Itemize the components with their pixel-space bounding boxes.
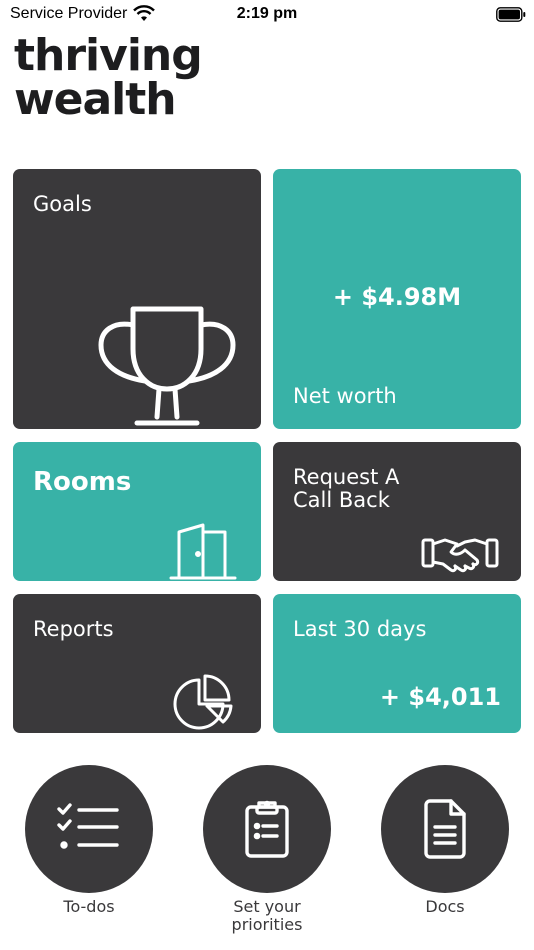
docs-label: Docs — [425, 897, 465, 916]
reports-tile[interactable]: Reports — [13, 594, 261, 733]
rooms-label: Rooms — [33, 467, 132, 497]
logo-line-2: wealth — [14, 74, 177, 125]
goals-label: Goals — [33, 192, 92, 216]
trophy-icon — [98, 306, 236, 426]
call-back-label: Request A Call Back — [293, 466, 399, 512]
set-priorities-label-line-1: Set your — [233, 897, 301, 916]
call-back-label-line-1: Request A — [293, 465, 400, 489]
clipboard-icon — [245, 800, 289, 858]
document-icon — [424, 799, 466, 859]
last-30-days-tile[interactable]: Last 30 days + $4,011 — [273, 594, 521, 733]
reports-label: Reports — [33, 617, 114, 641]
set-priorities-label-line-2: priorities — [231, 915, 303, 934]
status-bar: Service Provider 2:19 pm — [0, 0, 534, 30]
net-worth-label: Net worth — [293, 384, 397, 408]
status-time: 2:19 pm — [236, 5, 298, 22]
request-call-back-tile[interactable]: Request A Call Back — [273, 442, 521, 581]
todos-button[interactable] — [25, 765, 153, 893]
set-priorities-label: Set your priorities — [187, 898, 347, 934]
app-logo: thriving wealth — [14, 30, 203, 125]
pie-chart-icon — [173, 674, 233, 730]
rooms-tile[interactable]: Rooms — [13, 442, 261, 581]
todos-label: To-dos — [63, 897, 115, 916]
call-back-label-line-2: Call Back — [293, 488, 390, 512]
battery-icon — [496, 7, 526, 22]
set-priorities-button[interactable] — [203, 765, 331, 893]
door-icon — [169, 523, 237, 580]
handshake-icon — [421, 538, 499, 573]
goals-tile[interactable]: Goals — [13, 169, 261, 429]
checklist-icon — [57, 803, 119, 849]
last-30-days-label: Last 30 days — [293, 617, 427, 641]
net-worth-tile[interactable]: + $4.98M Net worth — [273, 169, 521, 429]
logo-line-1: thriving — [14, 30, 203, 81]
docs-button[interactable] — [381, 765, 509, 893]
net-worth-value: + $4.98M — [332, 283, 462, 311]
last-30-days-value: + $4,011 — [379, 683, 501, 711]
